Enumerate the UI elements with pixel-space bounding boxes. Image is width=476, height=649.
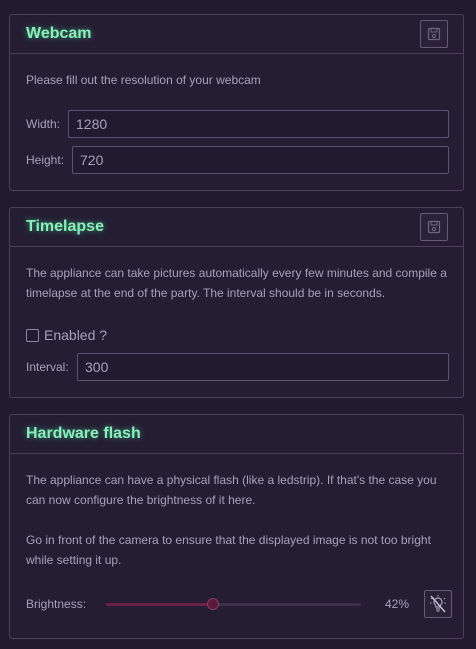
hardware-flash-description-2: Go in front of the camera to ensure that…	[26, 533, 431, 567]
slider-fill	[106, 603, 214, 606]
hardware-flash-card: Hardware flash The appliance can have a …	[9, 414, 464, 639]
height-label: Height:	[26, 153, 65, 167]
timelapse-description: The appliance can take pictures automati…	[26, 266, 447, 300]
width-input[interactable]	[68, 110, 449, 138]
height-row: Height:	[26, 146, 449, 174]
webcam-card: Webcam Please fill out the resolution of…	[9, 14, 464, 191]
webcam-header: Webcam	[10, 15, 463, 54]
width-row: Width:	[26, 110, 449, 138]
timelapse-card: Timelapse The appliance can take picture…	[9, 207, 464, 398]
brightness-slider[interactable]	[106, 597, 361, 611]
height-input[interactable]	[72, 146, 449, 174]
slider-thumb[interactable]	[207, 598, 220, 610]
width-label: Width:	[26, 117, 61, 131]
enabled-row[interactable]: Enabled ?	[26, 327, 107, 343]
interval-input[interactable]	[77, 353, 449, 381]
interval-label: Interval:	[26, 360, 69, 374]
timelapse-title: Timelapse	[26, 218, 104, 235]
brightness-label: Brightness:	[26, 597, 87, 611]
hardware-flash-header: Hardware flash	[10, 415, 463, 454]
save-icon	[427, 27, 441, 41]
brightness-row: Brightness: 42%	[26, 590, 452, 618]
hardware-flash-description-1: The appliance can have a physical flash …	[26, 473, 437, 507]
brightness-value: 42%	[384, 597, 409, 611]
hardware-flash-title: Hardware flash	[26, 425, 141, 442]
webcam-save-button[interactable]	[420, 20, 448, 48]
webcam-title: Webcam	[26, 25, 92, 42]
enabled-label[interactable]: Enabled ?	[44, 327, 107, 343]
save-icon	[427, 220, 441, 234]
timelapse-header: Timelapse	[10, 208, 463, 247]
webcam-description: Please fill out the resolution of your w…	[26, 73, 261, 87]
interval-row: Interval:	[26, 353, 449, 381]
flash-toggle-button[interactable]	[424, 590, 452, 618]
lightbulb-off-icon	[430, 595, 446, 613]
timelapse-save-button[interactable]	[420, 213, 448, 241]
enabled-checkbox[interactable]	[26, 328, 39, 342]
